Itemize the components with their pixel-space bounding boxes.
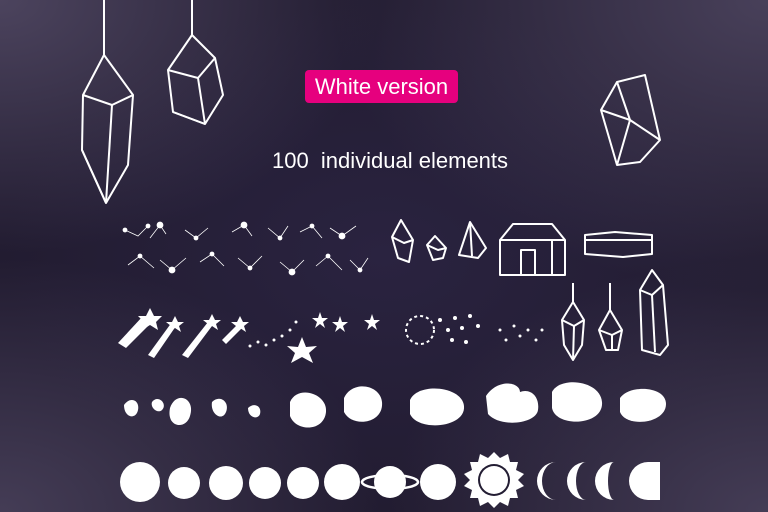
star-ring-icon [405,315,435,345]
stardust-icon [248,314,544,348]
crystal-icon [600,74,661,166]
blob-icon [124,382,666,428]
ringed-planet-icon [360,466,420,498]
hanging-crystal-icon [561,283,585,361]
crystal-icon [391,219,414,263]
crystal-icon [639,269,669,356]
hanging-crystal-icon [598,283,623,351]
crystal-icon [458,221,487,259]
crystal-icon [426,235,447,261]
moon-phase-icon [537,462,660,500]
hanging-crystal-icon [167,0,224,125]
house-wireframe-icon [499,223,566,276]
constellation-icon [122,221,369,276]
hanging-crystal-icon [81,0,134,204]
shooting-star-icon [118,308,249,358]
elements-showcase [81,0,669,508]
sun-icon [464,452,524,508]
box-wireframe-icon [584,231,653,258]
star-icon [287,312,380,363]
